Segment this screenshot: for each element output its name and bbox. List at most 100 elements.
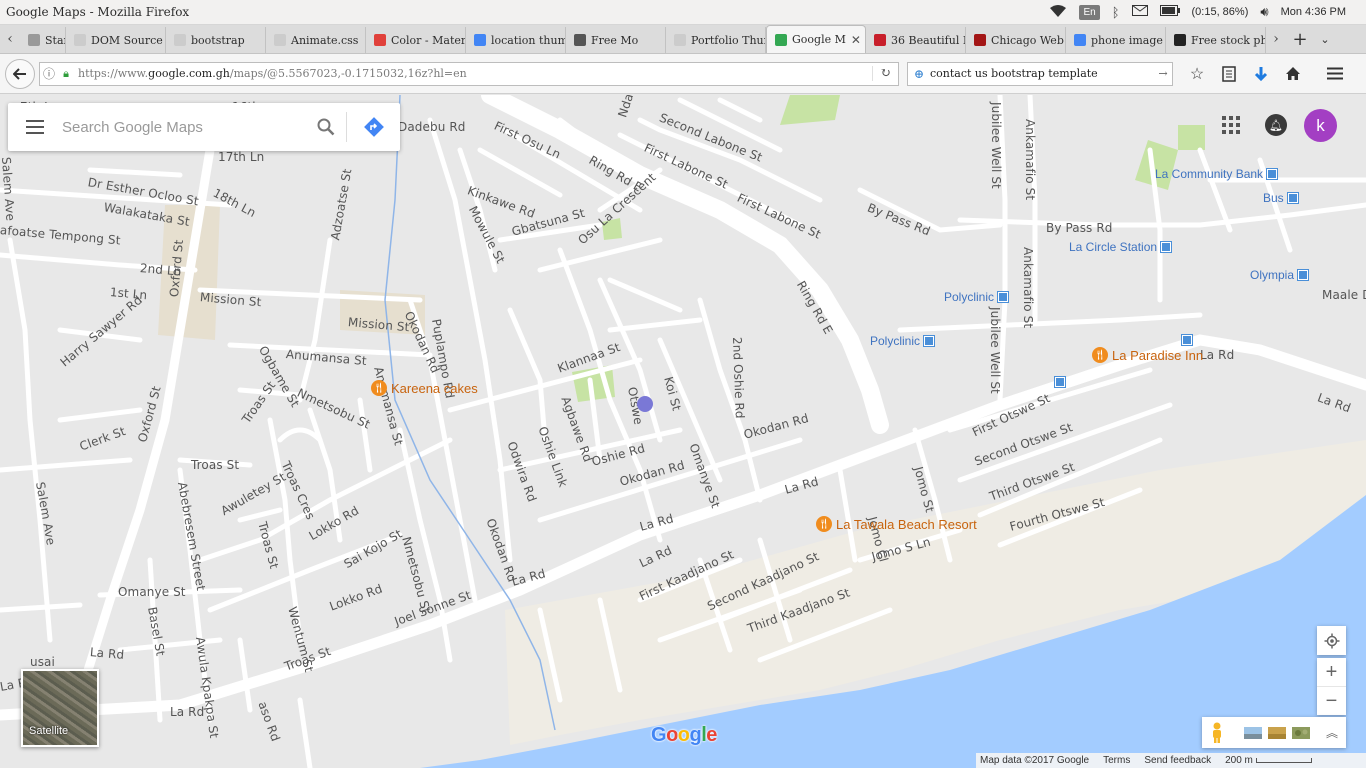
tab[interactable]: DOM Source of Se xyxy=(66,27,166,53)
clock[interactable]: Mon 4:36 PM xyxy=(1281,6,1346,18)
tab[interactable]: 36 Beautiful I xyxy=(866,27,966,53)
tab[interactable]: Portfolio Thumbn xyxy=(666,27,766,53)
tab-label: Portfolio Thumbn xyxy=(691,33,765,47)
tab-favicon-icon xyxy=(574,34,586,46)
poi-name: Polyclinic xyxy=(870,334,921,348)
street-label: 2nd Oshie Rd xyxy=(730,336,747,419)
wifi-icon[interactable] xyxy=(1049,4,1067,21)
poi-food[interactable]: 🍴︎ La Tawala Beach Resort xyxy=(816,516,977,532)
send-feedback-link[interactable]: Send feedback xyxy=(1144,755,1211,766)
lock-icon[interactable]: 🔒︎ xyxy=(58,67,74,81)
tab[interactable]: Chicago Web xyxy=(966,27,1066,53)
tab[interactable]: Free Mo xyxy=(566,27,666,53)
poi-health[interactable]: Polyclinic xyxy=(870,334,936,348)
poi-food[interactable]: 🍴︎ Kareena cakes xyxy=(371,380,478,396)
menu-hamburger-icon[interactable] xyxy=(1319,59,1351,89)
google-apps-icon[interactable] xyxy=(1222,116,1240,134)
directions-button[interactable] xyxy=(346,112,400,142)
pegman-icon[interactable] xyxy=(1210,722,1224,744)
browser-search-box[interactable]: ⊕ contact us bootstrap template → xyxy=(907,61,1173,86)
tab[interactable]: Free stock ph xyxy=(1166,27,1266,53)
poi-name: Polyclinic xyxy=(944,290,995,304)
tab[interactable]: phone image xyxy=(1066,27,1166,53)
notifications-bell-icon[interactable]: 🔔︎ xyxy=(1265,114,1287,136)
tab[interactable]: bootstrap xyxy=(166,27,266,53)
tab-favicon-icon xyxy=(775,33,787,46)
street-label: Omanye St xyxy=(118,585,186,599)
mail-icon[interactable] xyxy=(1131,5,1148,19)
imagery-thumbnail-aerial[interactable] xyxy=(1292,726,1310,739)
poi-food[interactable]: 🍴︎ La Paradise Inn xyxy=(1092,347,1203,363)
terms-link[interactable]: Terms xyxy=(1103,755,1130,766)
bluetooth-icon[interactable]: ᛒ xyxy=(1112,5,1120,20)
reload-icon[interactable]: ↻ xyxy=(872,66,898,81)
all-tabs-chevron-down-icon[interactable]: ⌄ xyxy=(1314,25,1336,53)
url-text[interactable]: https://www.google.com.gh/maps/@5.556702… xyxy=(74,67,872,80)
reading-list-icon[interactable] xyxy=(1213,59,1245,89)
search-engine-icon[interactable]: ⊕ xyxy=(908,67,930,81)
poi-name: La Circle Station xyxy=(1069,240,1158,254)
poi-name: La Paradise Inn xyxy=(1112,347,1204,363)
search-go-icon[interactable]: → xyxy=(1154,67,1172,80)
back-button[interactable] xyxy=(5,58,35,89)
tab[interactable]: Start Bo xyxy=(20,27,66,53)
satellite-layer-toggle[interactable]: Satellite xyxy=(21,669,99,747)
tab[interactable]: Google M ✕ xyxy=(766,25,866,53)
street-view-bar: ︽ xyxy=(1202,717,1346,748)
tab[interactable]: Animate.css xyxy=(266,27,366,53)
poi-name: Kareena cakes xyxy=(391,380,478,396)
poi-transit[interactable]: Bus xyxy=(1263,191,1299,205)
health-icon xyxy=(997,291,1010,303)
bus-stop-icon[interactable] xyxy=(1181,334,1193,346)
poi-bank[interactable]: La Community Bank xyxy=(1155,167,1279,181)
tab-favicon-icon xyxy=(974,34,986,46)
street-label: Maale D xyxy=(1322,288,1366,302)
tab-label: location thum xyxy=(491,33,566,47)
imagery-thumbnail-sky[interactable] xyxy=(1244,726,1262,739)
downloads-icon[interactable] xyxy=(1245,59,1277,89)
tab-favicon-icon xyxy=(1074,34,1086,46)
maps-menu-icon[interactable] xyxy=(8,120,62,134)
poi-health[interactable]: Polyclinic xyxy=(944,290,1010,304)
maps-search-box[interactable] xyxy=(8,103,400,151)
restaurant-icon: 🍴︎ xyxy=(1092,347,1108,363)
zoom-in-button[interactable]: + xyxy=(1317,658,1346,686)
poi-name: La Community Bank xyxy=(1155,167,1264,181)
shopping-icon[interactable] xyxy=(637,396,653,412)
maps-search-input[interactable] xyxy=(62,112,306,142)
tab[interactable]: location thum xyxy=(466,27,566,53)
scroll-tabs-right-icon[interactable]: › xyxy=(1266,25,1286,53)
imagery-thumbnail-field[interactable] xyxy=(1268,726,1286,739)
site-info-icon[interactable]: ⓘ xyxy=(40,65,58,82)
google-logo-letter: G xyxy=(651,724,667,746)
new-tab-button[interactable]: + xyxy=(1286,25,1314,53)
poi-transit[interactable]: Olympia xyxy=(1250,268,1310,282)
tab[interactable]: Color - Mater xyxy=(366,27,466,53)
browser-search-text[interactable]: contact us bootstrap template xyxy=(930,67,1154,80)
home-icon[interactable] xyxy=(1277,59,1309,89)
bookmark-star-icon[interactable]: ☆ xyxy=(1181,59,1213,89)
tab-favicon-icon xyxy=(28,34,40,46)
navigation-toolbar: ⓘ 🔒︎ https://www.google.com.gh/maps/@5.5… xyxy=(0,54,1366,94)
battery-icon[interactable] xyxy=(1159,5,1180,19)
tab-label: Free Mo xyxy=(591,33,639,47)
map-canvas[interactable]: 7th Ln16thDadebu RdFirst Osu LnNdabaning… xyxy=(0,95,1366,768)
keyboard-language-indicator[interactable]: En xyxy=(1079,4,1100,20)
expand-chevron-up-icon[interactable]: ︽ xyxy=(1326,724,1338,741)
account-avatar[interactable]: k xyxy=(1304,109,1337,142)
volume-icon[interactable]: 🔊︎ xyxy=(1260,4,1268,20)
tab-favicon-icon xyxy=(1174,34,1186,46)
scroll-tabs-left-icon[interactable]: ‹ xyxy=(0,25,20,53)
search-icon[interactable] xyxy=(306,118,346,136)
transit-icon xyxy=(1297,269,1310,281)
street-label: La Rd xyxy=(170,705,205,719)
address-bar[interactable]: ⓘ 🔒︎ https://www.google.com.gh/maps/@5.5… xyxy=(39,61,899,86)
close-tab-icon[interactable]: ✕ xyxy=(851,33,861,47)
poi-transit[interactable]: La Circle Station xyxy=(1069,240,1173,254)
bus-stop-icon[interactable] xyxy=(1054,376,1066,388)
scale-indicator[interactable]: 200 m xyxy=(1225,755,1312,766)
my-location-button[interactable] xyxy=(1317,626,1346,655)
street-label: La Rd xyxy=(89,645,125,662)
zoom-out-button[interactable]: − xyxy=(1317,687,1346,715)
tab-favicon-icon xyxy=(374,34,386,46)
